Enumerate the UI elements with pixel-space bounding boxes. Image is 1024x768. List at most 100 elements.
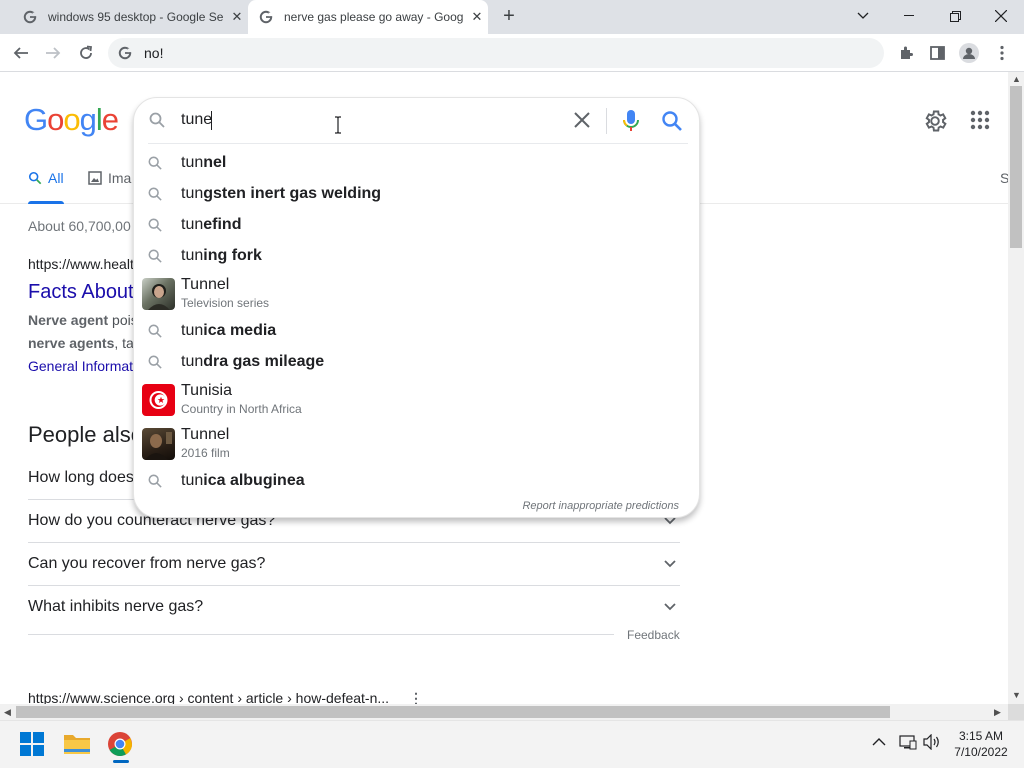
tab-active[interactable]: nerve gas please go away - Goog ✕: [248, 0, 488, 34]
scroll-down-arrow[interactable]: ▼: [1012, 690, 1021, 700]
report-predictions-link[interactable]: Report inappropriate predictions: [522, 500, 679, 512]
minimize-button[interactable]: [886, 0, 932, 32]
chrome-taskbar-button[interactable]: [107, 731, 135, 759]
volume-icon[interactable]: [923, 733, 941, 753]
result-url-text: https://www.science.org › content › arti…: [28, 690, 390, 704]
entity-name: Tunnel: [181, 426, 230, 443]
profile-button[interactable]: [954, 38, 984, 68]
close-icon: [995, 10, 1007, 22]
restore-button[interactable]: [932, 0, 978, 32]
address-bar[interactable]: no!: [108, 38, 884, 68]
snippet-bold: nerve agents: [28, 335, 115, 351]
search-icon: [134, 249, 181, 263]
extensions-icon: [901, 46, 913, 59]
entity-description: 2016 film: [181, 446, 230, 460]
vertical-scroll-thumb[interactable]: [1010, 86, 1022, 248]
feedback-link[interactable]: Feedback: [627, 628, 680, 642]
tunisia-flag-icon: [142, 384, 175, 416]
tray-chevron-icon[interactable]: [872, 734, 886, 750]
suggestion-item[interactable]: tundra gas mileage: [134, 346, 699, 377]
horizontal-scroll-thumb[interactable]: [16, 706, 890, 718]
search-suggestions-dropdown: tune tunnel tungsten inert gas welding t…: [133, 97, 700, 518]
side-panel-icon: [929, 46, 945, 60]
paa-question[interactable]: What inhibits nerve gas?: [28, 585, 680, 628]
file-explorer-button[interactable]: [63, 731, 91, 759]
clock-date: 7/10/2022: [954, 745, 1008, 759]
side-panel-button[interactable]: [922, 38, 952, 68]
system-clock[interactable]: 3:15 AM 7/10/2022: [946, 728, 1016, 760]
chrome-icon: [108, 732, 132, 757]
suggestion-item[interactable]: tunnel: [134, 147, 699, 178]
entity-suggestion[interactable]: Tunisia Country in North Africa: [134, 378, 699, 422]
suggestion-item[interactable]: tungsten inert gas welding: [134, 178, 699, 209]
taskbar: [0, 720, 1024, 768]
windows-start-button[interactable]: [19, 731, 47, 759]
entity-thumbnail: [142, 278, 175, 310]
suggestion-text: tuning fork: [181, 246, 262, 264]
ibeam-cursor-icon: [334, 116, 342, 139]
address-text: no!: [144, 45, 164, 61]
scroll-left-arrow[interactable]: ◀: [4, 707, 11, 718]
entity-suggestion[interactable]: Tunnel Television series: [134, 272, 699, 316]
clear-icon: [574, 112, 590, 128]
new-tab-button[interactable]: +: [496, 4, 522, 30]
more-options-icon[interactable]: ⋮: [409, 690, 423, 704]
forward-button[interactable]: [38, 38, 68, 68]
close-icon[interactable]: ✕: [226, 9, 248, 25]
voice-search-button[interactable]: [622, 109, 640, 136]
search-submit-button[interactable]: [661, 110, 683, 135]
scroll-right-arrow[interactable]: ▶: [994, 707, 1001, 718]
search-icon: [134, 187, 181, 201]
tab-inactive[interactable]: windows 95 desktop - Google Se ✕: [0, 0, 248, 34]
google-logo[interactable]: Google: [24, 102, 119, 138]
suggestion-item[interactable]: tunica media: [134, 315, 699, 346]
search-icon: [134, 324, 181, 338]
search-icon: [134, 218, 181, 232]
chevron-down-icon: [660, 597, 680, 617]
tab-search-button[interactable]: [840, 0, 886, 32]
scroll-up-arrow[interactable]: ▲: [1012, 74, 1021, 84]
paa-question-text: How long does: [28, 468, 134, 486]
search-icon: [134, 474, 181, 488]
result-title[interactable]: Facts About: [28, 281, 134, 304]
active-tab-indicator: [28, 201, 64, 204]
tab-images[interactable]: Ima: [88, 170, 131, 186]
google-g-icon: [22, 9, 38, 25]
clock-time: 3:15 AM: [958, 729, 1004, 743]
search-query[interactable]: tune: [181, 111, 212, 129]
entity-name: Tunnel: [181, 276, 230, 293]
chrome-menu-button[interactable]: [987, 38, 1017, 68]
entity-suggestion[interactable]: Tunnel 2016 film: [134, 422, 699, 466]
suggestion-item[interactable]: tunica albuginea: [134, 465, 699, 496]
result-url[interactable]: https://www.science.org › content › arti…: [28, 690, 423, 704]
tab-strip: windows 95 desktop - Google Se ✕ nerve g…: [0, 0, 1024, 34]
tab-title: nerve gas please go away - Goog: [284, 10, 464, 24]
paa-question[interactable]: Can you recover from nerve gas?: [28, 542, 680, 585]
text-caret: [211, 111, 212, 130]
entity-description: Country in North Africa: [181, 402, 302, 416]
suggestion-item[interactable]: tunefind: [134, 209, 699, 240]
tab-all[interactable]: All: [28, 170, 64, 186]
extensions-button[interactable]: [891, 38, 921, 68]
entity-description: Television series: [181, 296, 270, 310]
result-url[interactable]: https://www.healt: [28, 256, 134, 272]
result-snippet: Nerve agent pois: [28, 312, 138, 328]
back-button[interactable]: [6, 38, 36, 68]
mic-icon: [623, 110, 639, 131]
close-icon[interactable]: ✕: [466, 9, 488, 25]
clear-search-button[interactable]: [572, 110, 592, 133]
reload-button[interactable]: [71, 38, 101, 68]
suggestion-text: tunnel: [181, 153, 227, 171]
chevron-down-icon: [660, 554, 680, 574]
close-window-button[interactable]: [978, 0, 1024, 32]
settings-button[interactable]: [922, 108, 948, 137]
google-apps-button[interactable]: [970, 110, 990, 133]
network-icon[interactable]: [899, 734, 917, 753]
profile-icon: [959, 43, 979, 63]
suggestion-text: tunica media: [181, 321, 277, 339]
suggestion-item[interactable]: tuning fork: [134, 240, 699, 271]
search-box[interactable]: tune: [134, 98, 699, 144]
tab-tools[interactable]: S: [1000, 170, 1008, 186]
result-sitelink[interactable]: General Informat: [28, 358, 133, 374]
divider: [606, 108, 607, 134]
